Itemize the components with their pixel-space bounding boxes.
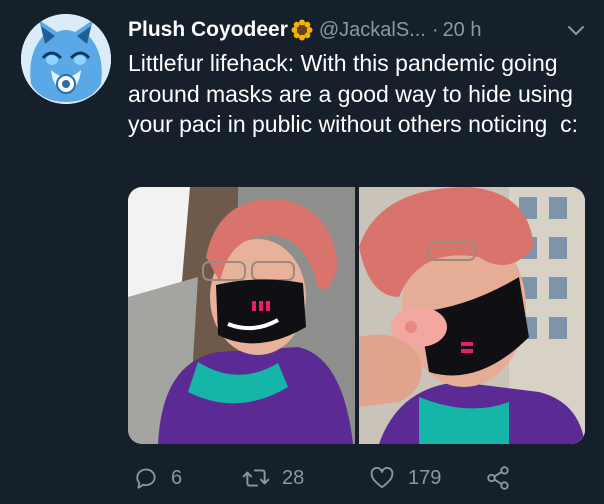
sunflower-icon — [291, 19, 313, 41]
photo-image — [128, 187, 355, 444]
tweet-header: Plush Coyodeer @JackalS... · 20 h — [128, 14, 588, 46]
separator-dot: · — [431, 18, 439, 41]
retweet-count: 28 — [282, 466, 305, 489]
avatar-image — [21, 14, 111, 104]
reply-count: 6 — [171, 466, 183, 489]
reply-button[interactable]: 6 — [133, 460, 182, 496]
photo-selfie-mask-paci[interactable] — [359, 187, 585, 444]
photo-selfie-mask-front[interactable] — [128, 187, 355, 444]
avatar[interactable] — [21, 14, 111, 104]
retweet-icon — [242, 469, 270, 487]
timestamp[interactable]: 20 h — [443, 19, 482, 42]
reply-icon — [136, 468, 156, 489]
tweet-text: Littlefur lifehack: With this pandemic g… — [128, 50, 580, 137]
like-count: 179 — [408, 466, 442, 489]
display-name[interactable]: Plush Coyodeer — [128, 18, 288, 42]
tweet-actions: 6 28 179 — [128, 460, 588, 496]
like-icon — [370, 466, 394, 489]
photo-image — [359, 187, 585, 444]
retweet-button[interactable]: 28 — [242, 460, 304, 496]
share-button[interactable] — [485, 460, 511, 496]
share-icon — [487, 466, 509, 490]
chevron-down-icon[interactable] — [564, 18, 588, 42]
like-button[interactable]: 179 — [368, 460, 441, 496]
user-handle[interactable]: @JackalS... — [319, 19, 426, 42]
